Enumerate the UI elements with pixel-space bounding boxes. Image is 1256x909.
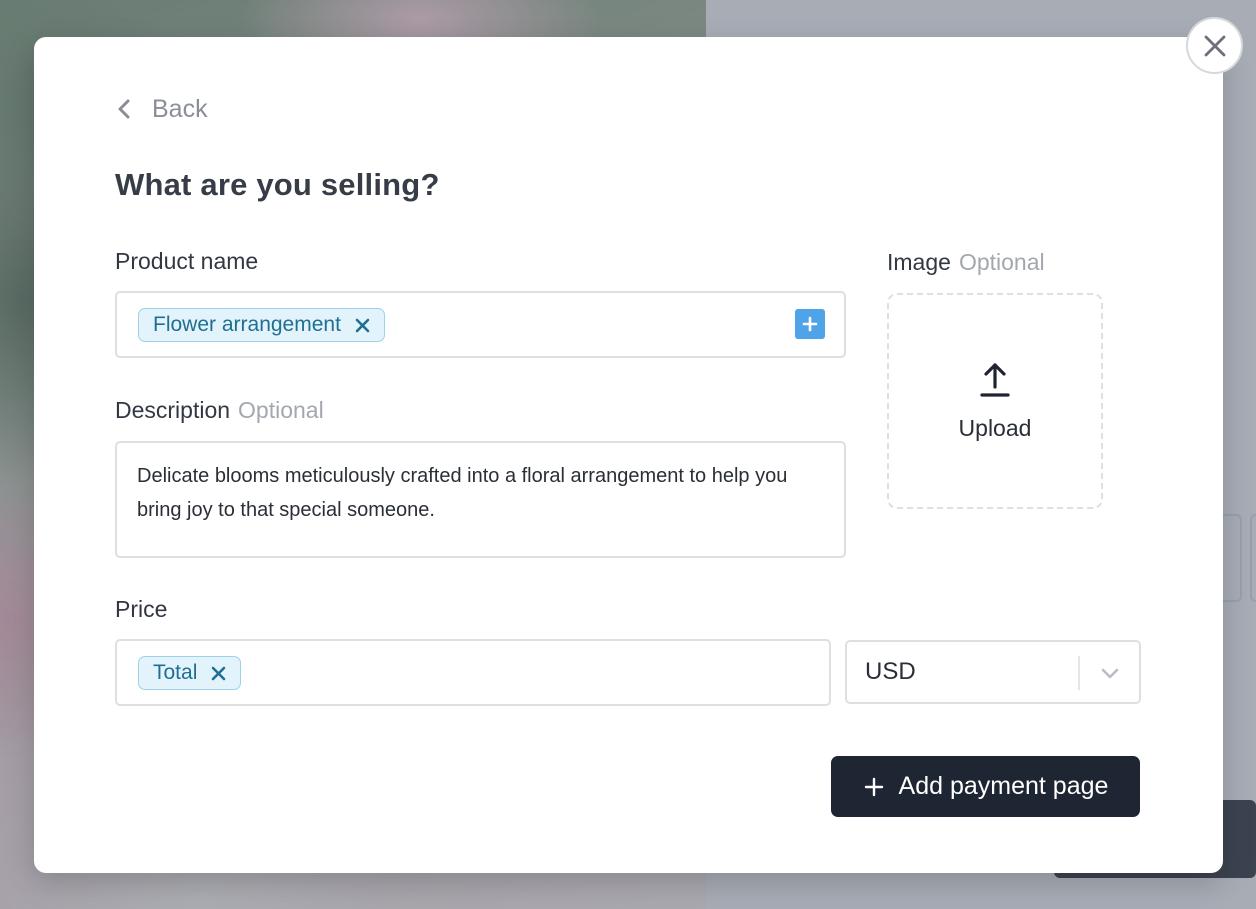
description-textarea[interactable]: Delicate blooms meticulously crafted int…: [115, 441, 846, 558]
chip-remove-button[interactable]: [355, 318, 370, 333]
add-payment-page-button[interactable]: Add payment page: [831, 756, 1140, 817]
product-name-chip: Flower arrangement: [138, 308, 385, 342]
close-icon: [1204, 35, 1225, 56]
price-label: Price: [115, 596, 168, 622]
chip-label: Flower arrangement: [153, 313, 341, 336]
add-payment-page-label: Add payment page: [898, 772, 1109, 800]
description-label-text: Description: [115, 397, 231, 423]
back-label: Back: [152, 94, 208, 123]
image-upload-dropzone[interactable]: Upload: [887, 293, 1103, 509]
product-name-field[interactable]: Flower arrangement: [115, 291, 846, 358]
upload-arrow-icon: [980, 362, 1010, 397]
plus-icon: [864, 777, 883, 796]
add-product-button[interactable]: [795, 309, 825, 339]
chip-remove-button[interactable]: [211, 666, 226, 681]
image-optional-label: Optional: [958, 249, 1045, 275]
price-chip: Total: [138, 656, 242, 690]
x-icon: [212, 666, 226, 680]
product-name-label: Product name: [115, 248, 259, 274]
chevron-left-icon: [118, 99, 130, 119]
image-label-text: Image: [887, 249, 951, 275]
product-dialog: Back What are you selling? Product name …: [34, 37, 1223, 873]
currency-value: USD: [865, 658, 916, 685]
plus-icon: [802, 316, 818, 332]
page-title: What are you selling?: [115, 167, 440, 202]
chevron-down-icon: [1101, 668, 1119, 679]
close-button[interactable]: [1186, 17, 1243, 74]
upload-label: Upload: [958, 414, 1032, 441]
image-label: Image Optional: [887, 249, 1045, 276]
description-optional-label: Optional: [238, 397, 324, 423]
description-label: Description Optional: [115, 397, 324, 424]
background-input: [1250, 514, 1256, 602]
currency-select[interactable]: USD: [845, 640, 1141, 704]
chip-label: Total: [153, 661, 198, 684]
select-divider: [1078, 656, 1080, 690]
price-field[interactable]: Total: [115, 639, 831, 706]
back-button[interactable]: Back: [114, 93, 208, 125]
x-icon: [355, 318, 370, 332]
description-text: Delicate blooms meticulously crafted int…: [137, 465, 788, 521]
